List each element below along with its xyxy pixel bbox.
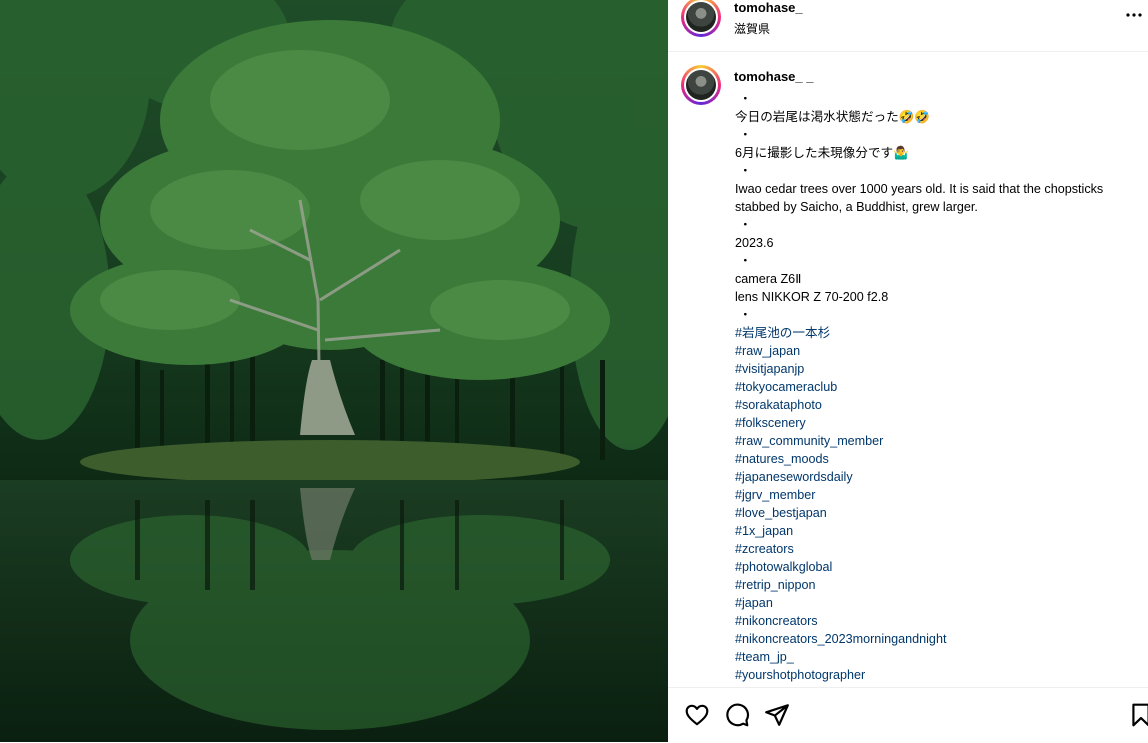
- caption-line: camera Z6Ⅱ: [735, 272, 802, 286]
- caption-avatar[interactable]: [681, 65, 721, 105]
- caption-line: 6月に撮影した未現像分です🤷‍♂️: [735, 146, 909, 160]
- caption-line: ・: [739, 92, 752, 106]
- hashtag-link[interactable]: #岩尾池の一本杉: [735, 324, 1145, 342]
- caption-text: ・ 今日の岩尾は渇水状態だった🤣🤣 ・ 6月に撮影した未現像分です🤷‍♂️ ・ …: [735, 90, 1145, 684]
- comment-icon[interactable]: [724, 702, 750, 728]
- caption-line: lens NIKKOR Z 70-200 f2.8: [735, 290, 889, 304]
- hashtag-link[interactable]: #natures_moods: [735, 450, 1145, 468]
- avatar[interactable]: [681, 0, 721, 37]
- cedar-tree-photo: [0, 0, 668, 742]
- hashtag-link[interactable]: #zcreators: [735, 540, 1145, 558]
- hashtag-link[interactable]: #japan: [735, 594, 1145, 612]
- hashtag-link[interactable]: #sorakataphoto: [735, 396, 1145, 414]
- caption-section: tomohase_ _ ・ 今日の岩尾は渇水状態だった🤣🤣 ・ 6月に撮影した未…: [668, 52, 1148, 687]
- bookmark-icon[interactable]: [1128, 702, 1148, 728]
- heart-icon[interactable]: [684, 702, 710, 728]
- post-header: tomohase_ 滋賀県: [668, 0, 1148, 52]
- caption-line: ・: [739, 254, 752, 268]
- caption-line: ・: [739, 218, 752, 232]
- hashtag-link[interactable]: #visitjapanjp: [735, 360, 1145, 378]
- caption-line: 今日の岩尾は渇水状態だった🤣🤣: [735, 110, 931, 124]
- hashtag-link[interactable]: #raw_community_member: [735, 432, 1145, 450]
- hashtag-link[interactable]: #nikoncreators_2023morningandnight: [735, 630, 1145, 648]
- caption-username[interactable]: tomohase_ _: [734, 69, 813, 84]
- more-horizontal-icon[interactable]: [1126, 7, 1142, 23]
- post-photo[interactable]: [0, 0, 668, 742]
- hashtag-link[interactable]: #1x_japan: [735, 522, 1145, 540]
- hashtag-link[interactable]: #yourshotphotographer: [735, 666, 1145, 684]
- caption-line: 2023.6: [735, 236, 774, 250]
- hashtag-link[interactable]: #retrip_nippon: [735, 576, 1145, 594]
- location-label[interactable]: 滋賀県: [734, 20, 770, 37]
- caption-line: ・: [739, 308, 752, 322]
- action-bar: [668, 687, 1148, 743]
- hashtag-link[interactable]: #photowalkglobal: [735, 558, 1145, 576]
- share-icon[interactable]: [764, 702, 790, 728]
- hashtag-link[interactable]: #love_bestjapan: [735, 504, 1145, 522]
- hashtag-link[interactable]: #raw_japan: [735, 342, 1145, 360]
- caption-line: Iwao cedar trees over 1000 years old. It…: [735, 182, 1107, 214]
- hashtag-link[interactable]: #folkscenery: [735, 414, 1145, 432]
- caption-line: ・: [739, 164, 752, 178]
- caption-line: ・: [739, 128, 752, 142]
- hashtag-link[interactable]: #tokyocameraclub: [735, 378, 1145, 396]
- header-username[interactable]: tomohase_: [734, 0, 803, 15]
- hashtag-link[interactable]: #team_jp_: [735, 648, 1145, 666]
- hashtag-link[interactable]: #nikoncreators: [735, 612, 1145, 630]
- post-details-panel: tomohase_ 滋賀県 tomohase_ _ ・ 今日の岩尾は渇水状態だっ…: [668, 0, 1148, 742]
- post-window: tomohase_ 滋賀県 tomohase_ _ ・ 今日の岩尾は渇水状態だっ…: [0, 0, 1148, 742]
- hashtag-link[interactable]: #japanesewordsdaily: [735, 468, 1145, 486]
- hashtag-link[interactable]: #jgrv_member: [735, 486, 1145, 504]
